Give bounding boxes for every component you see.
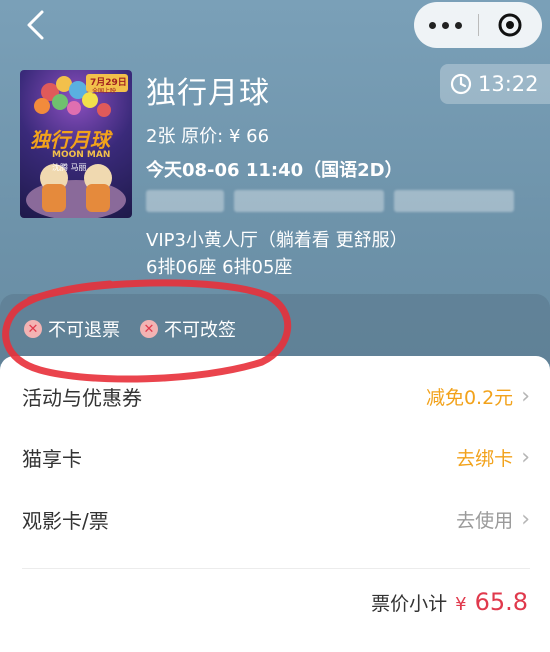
cat-card-row[interactable]: 猫享卡 去绑卡 ›: [22, 437, 530, 477]
no-refund-tag: ✕ 不可退票: [24, 316, 120, 342]
movie-title: 独行月球: [146, 76, 270, 111]
row-value: 减免0.2元: [425, 386, 514, 409]
chevron-left-icon: [27, 10, 44, 40]
no-change-tag: ✕ 不可改签: [140, 316, 236, 342]
row-value: 去绑卡: [456, 447, 514, 470]
chevron-right-icon: ›: [521, 444, 530, 470]
seat-list: 6排06座 6排05座: [146, 257, 293, 278]
subtotal-label: 票价小计: [371, 593, 448, 615]
timer-text: 13:22: [478, 72, 539, 96]
divider: [22, 568, 530, 569]
close-circle-icon: ✕: [24, 320, 42, 338]
poster-subtitle: MOON MAN: [52, 150, 111, 160]
row-label: 猫享卡: [22, 446, 82, 471]
chevron-right-icon: ›: [521, 506, 530, 532]
back-button[interactable]: [18, 8, 52, 42]
currency-symbol: ¥: [455, 594, 467, 615]
cinema-info-blurred: [146, 190, 514, 212]
clock-icon: [450, 73, 472, 95]
more-button[interactable]: [414, 2, 478, 48]
hall-name: VIP3小黄人厅（躺着看 更舒服）: [146, 230, 408, 251]
poster-title: 独行月球: [30, 128, 110, 152]
poster-cast: 沈腾 马丽: [52, 163, 87, 172]
more-dots-icon: [429, 21, 437, 29]
tag-label: 不可退票: [48, 320, 120, 341]
row-label: 观影卡/票: [22, 508, 109, 533]
movie-card-row[interactable]: 观影卡/票 去使用 ›: [22, 499, 530, 539]
price-subtotal: 票价小计 ¥ 65.8: [371, 588, 528, 616]
chevron-right-icon: ›: [521, 383, 530, 409]
countdown-timer: 13:22: [440, 64, 550, 104]
close-miniapp-button[interactable]: [479, 2, 543, 48]
promotions-row[interactable]: 活动与优惠券 减免0.2元 ›: [22, 376, 530, 416]
row-value: 去使用: [456, 509, 514, 532]
miniapp-capsule: [414, 2, 542, 48]
ticket-count-price: 2张 原价: ¥ 66: [146, 126, 270, 147]
showtime: 今天08-06 11:40（国语2D）: [146, 160, 403, 181]
tag-label: 不可改签: [164, 320, 236, 341]
row-label: 活动与优惠券: [22, 385, 142, 410]
movie-poster[interactable]: 7月29日 全国上映 独行月球 MOON MAN 沈腾 马丽: [20, 70, 132, 218]
close-circle-icon: ✕: [140, 320, 158, 338]
poster-badge-sub: 全国上映: [92, 88, 117, 95]
target-circle-icon: [498, 13, 522, 37]
subtotal-amount: 65.8: [474, 588, 528, 616]
